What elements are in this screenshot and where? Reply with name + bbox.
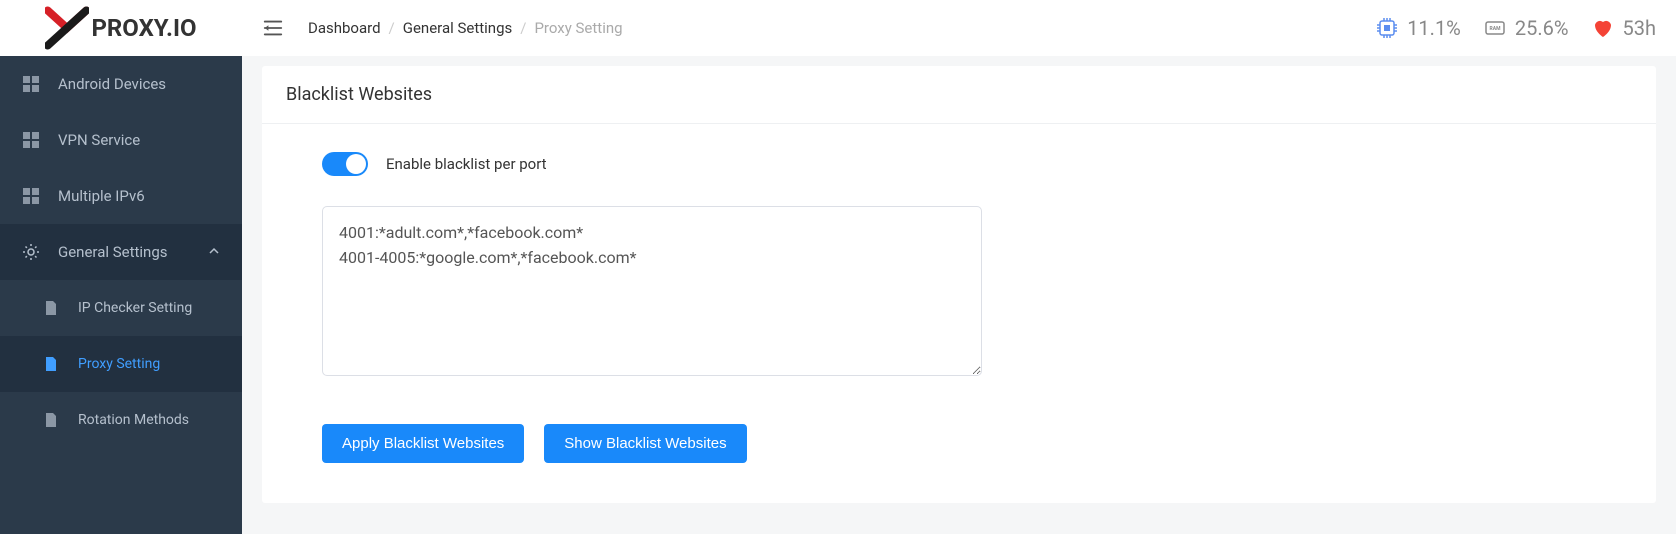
sidebar-item-label: Rotation Methods	[78, 412, 189, 428]
sidebar-item-proxy-setting[interactable]: Proxy Setting	[0, 336, 242, 392]
grid-icon	[22, 75, 40, 93]
sidebar-item-label: IP Checker Setting	[78, 300, 192, 316]
main-content: Blacklist Websites Enable blacklist per …	[242, 56, 1676, 534]
grid-icon	[22, 131, 40, 149]
breadcrumb-sep: /	[389, 19, 395, 37]
breadcrumb-current: Proxy Setting	[534, 19, 622, 37]
file-icon	[42, 299, 60, 317]
heart-icon	[1591, 16, 1615, 40]
sidebar-item-label: VPN Service	[58, 131, 140, 149]
uptime-stat: 53h	[1591, 16, 1657, 40]
uptime-value: 53h	[1623, 16, 1657, 40]
sidebar-item-multiple-ipv6[interactable]: Multiple IPv6	[0, 168, 242, 224]
sidebar-item-rotation-methods[interactable]: Rotation Methods	[0, 392, 242, 448]
ram-value: 25.6%	[1515, 16, 1569, 40]
blacklist-card: Blacklist Websites Enable blacklist per …	[262, 66, 1656, 503]
chevron-up-icon	[208, 243, 220, 261]
toggle-row: Enable blacklist per port	[322, 152, 1596, 176]
header-right: Dashboard / General Settings / Proxy Set…	[242, 16, 1676, 40]
file-icon	[42, 355, 60, 373]
ram-stat: RAM 25.6%	[1483, 16, 1569, 40]
grid-icon	[22, 187, 40, 205]
logo-mark: PROXY.IO	[45, 6, 196, 50]
menu-toggle-icon[interactable]	[262, 17, 284, 39]
gear-icon	[22, 243, 40, 261]
logo[interactable]: PROXY.IO	[0, 0, 242, 56]
enable-blacklist-toggle[interactable]	[322, 152, 368, 176]
logo-x-icon	[45, 6, 89, 50]
svg-text:RAM: RAM	[1489, 26, 1501, 32]
breadcrumb-sep: /	[520, 19, 526, 37]
apply-blacklist-button[interactable]: Apply Blacklist Websites	[322, 424, 524, 463]
sidebar: Android Devices VPN Service Multiple IPv…	[0, 56, 242, 534]
show-blacklist-button[interactable]: Show Blacklist Websites	[544, 424, 746, 463]
cpu-value: 11.1%	[1407, 16, 1461, 40]
blacklist-textarea[interactable]	[322, 206, 982, 376]
card-title: Blacklist Websites	[262, 66, 1656, 124]
card-body: Enable blacklist per port Apply Blacklis…	[262, 124, 1656, 503]
ram-icon: RAM	[1483, 16, 1507, 40]
logo-text: PROXY.IO	[91, 14, 196, 42]
sidebar-item-vpn-service[interactable]: VPN Service	[0, 112, 242, 168]
sidebar-item-ip-checker[interactable]: IP Checker Setting	[0, 280, 242, 336]
sidebar-item-android-devices[interactable]: Android Devices	[0, 56, 242, 112]
sidebar-item-label: Proxy Setting	[78, 356, 160, 372]
breadcrumb: Dashboard / General Settings / Proxy Set…	[308, 19, 623, 37]
header-stats: 11.1% RAM 25.6% 53h	[1375, 16, 1656, 40]
top-header: PROXY.IO Dashboard / General Settings / …	[0, 0, 1676, 56]
button-row: Apply Blacklist Websites Show Blacklist …	[322, 424, 1596, 463]
file-icon	[42, 411, 60, 429]
sidebar-item-general-settings[interactable]: General Settings	[0, 224, 242, 280]
sidebar-item-label: Android Devices	[58, 75, 166, 93]
toggle-label: Enable blacklist per port	[386, 155, 547, 173]
sidebar-item-label: Multiple IPv6	[58, 187, 145, 205]
breadcrumb-root[interactable]: Dashboard	[308, 19, 381, 37]
cpu-icon	[1375, 16, 1399, 40]
blacklist-textarea-wrap	[322, 206, 1596, 380]
breadcrumb-parent[interactable]: General Settings	[403, 19, 513, 37]
sidebar-item-label: General Settings	[58, 243, 168, 261]
toggle-knob	[346, 154, 366, 174]
cpu-stat: 11.1%	[1375, 16, 1461, 40]
